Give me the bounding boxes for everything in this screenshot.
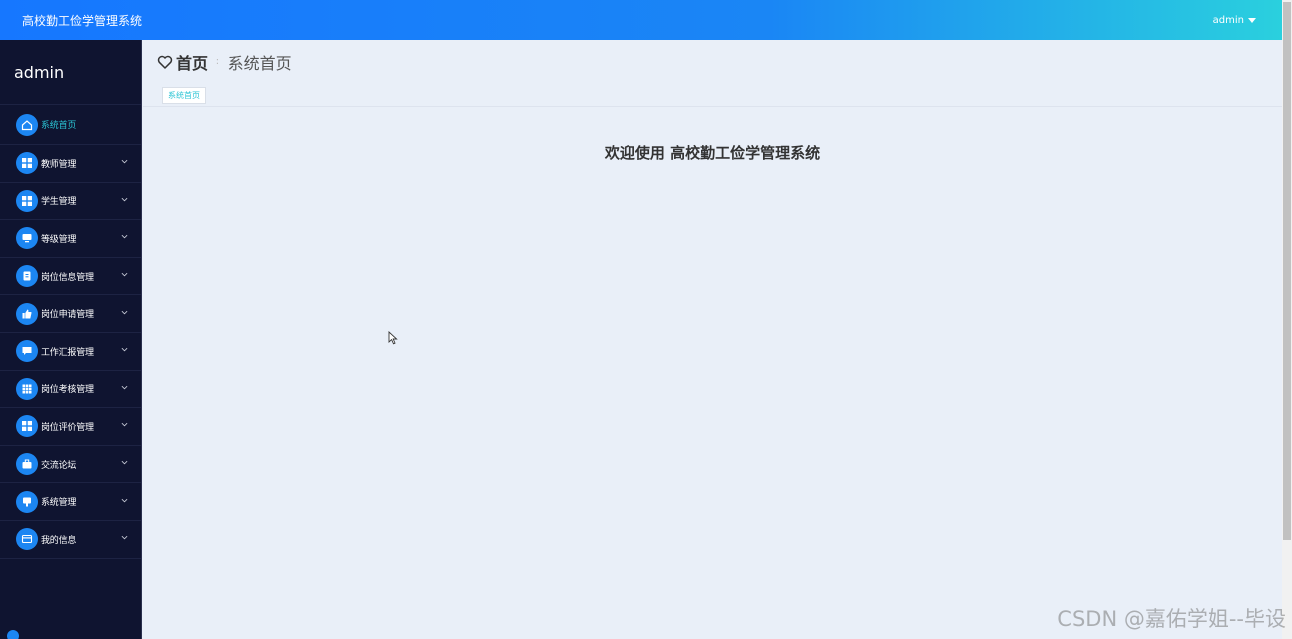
mouse-cursor-icon: [388, 331, 398, 345]
sidebar-item-job-info[interactable]: 岗位信息管理: [0, 258, 141, 296]
caret-down-icon: [1248, 17, 1256, 23]
sidebar-item-job-evaluation[interactable]: 岗位评价管理: [0, 408, 141, 446]
sidebar-item-students[interactable]: 学生管理: [0, 183, 141, 221]
card-icon: [16, 528, 38, 551]
sidebar-item-work-reports[interactable]: 工作汇报管理: [0, 333, 141, 371]
sidebar-item-label: 教师管理: [41, 159, 77, 170]
app-title: 高校勤工俭学管理系统: [22, 13, 143, 28]
sidebar-item-label: 岗位信息管理: [41, 272, 94, 283]
sidebar-item-label: 工作汇报管理: [41, 347, 94, 358]
sidebar-item-my-info[interactable]: 我的信息: [0, 521, 141, 559]
sidebar-item-home[interactable]: 系统首页: [0, 105, 141, 145]
chevron-down-icon: [121, 498, 128, 503]
sidebar-item-teachers[interactable]: 教师管理: [0, 145, 141, 183]
page-scrollbar[interactable]: [1282, 0, 1292, 639]
tabs-bar: 系统首页: [143, 84, 1282, 107]
sidebar-brand: admin: [0, 40, 141, 105]
breadcrumb-home[interactable]: 首页: [157, 50, 208, 74]
sidebar-item-label: 系统首页: [41, 121, 77, 131]
watermark: CSDN @嘉佑学姐--毕设: [1057, 607, 1286, 631]
sidebar-item-forum[interactable]: 交流论坛: [0, 446, 141, 484]
welcome-heading: 欢迎使用 高校勤工俭学管理系统: [604, 144, 821, 162]
heart-icon: [157, 55, 173, 69]
message-icon: [16, 340, 38, 363]
user-name: admin: [1212, 14, 1244, 26]
sidebar-item-system-management[interactable]: 系统管理: [0, 483, 141, 521]
sidebar: admin 系统首页 教师管理 学生管理 等级管理 岗位信息管理 岗位申请管理 …: [0, 40, 142, 639]
briefcase-icon: [16, 453, 38, 476]
sidebar-item-job-assessment[interactable]: 岗位考核管理: [0, 371, 141, 409]
user-menu-dropdown[interactable]: admin: [1213, 15, 1256, 26]
sidebar-item-label: 岗位考核管理: [41, 385, 94, 396]
chevron-down-icon: [121, 385, 128, 390]
grid-icon: [16, 415, 38, 438]
breadcrumb-home-label: 首页: [176, 54, 209, 73]
status-dot-icon: [7, 630, 19, 639]
chevron-down-icon: [121, 197, 128, 202]
chevron-down-icon: [121, 272, 128, 277]
scrollbar-thumb[interactable]: [1283, 2, 1291, 540]
sidebar-item-label: 岗位评价管理: [41, 422, 94, 433]
sidebar-item-label: 岗位申请管理: [41, 310, 94, 321]
table-icon: [16, 377, 38, 400]
sidebar-item-levels[interactable]: 等级管理: [0, 220, 141, 258]
grid-icon: [16, 152, 38, 175]
chevron-down-icon: [121, 235, 128, 239]
chat-icon: [16, 490, 38, 513]
sidebar-item-label: 交流论坛: [41, 460, 77, 471]
monitor-icon: [16, 227, 38, 250]
chevron-down-icon: [121, 310, 128, 315]
breadcrumb: 首页 ∶ 系统首页: [143, 40, 1282, 84]
sidebar-item-label: 等级管理: [41, 234, 77, 245]
chevron-down-icon: [121, 536, 128, 540]
sidebar-item-label: 系统管理: [41, 498, 77, 509]
main-content: 首页 ∶ 系统首页 系统首页 欢迎使用 高校勤工俭学管理系统: [143, 40, 1282, 639]
top-header: 高校勤工俭学管理系统 admin: [0, 0, 1282, 40]
chevron-down-icon: [121, 348, 128, 352]
sidebar-item-label: 我的信息: [41, 535, 77, 546]
tab-system-home[interactable]: 系统首页: [162, 87, 206, 104]
breadcrumb-separator: ∶: [216, 56, 219, 68]
breadcrumb-current: 系统首页: [227, 54, 292, 73]
sidebar-menu: 系统首页 教师管理 学生管理 等级管理 岗位信息管理 岗位申请管理 工作汇报管理…: [0, 105, 141, 559]
clipboard-icon: [16, 265, 38, 288]
sidebar-item-job-applications[interactable]: 岗位申请管理: [0, 295, 141, 333]
grid-icon: [16, 189, 38, 212]
sidebar-item-label: 学生管理: [41, 197, 77, 208]
home-icon: [16, 113, 38, 136]
chevron-down-icon: [121, 460, 128, 465]
chevron-down-icon: [121, 423, 128, 427]
chevron-down-icon: [121, 160, 128, 164]
thumbs-up-icon: [16, 302, 38, 325]
